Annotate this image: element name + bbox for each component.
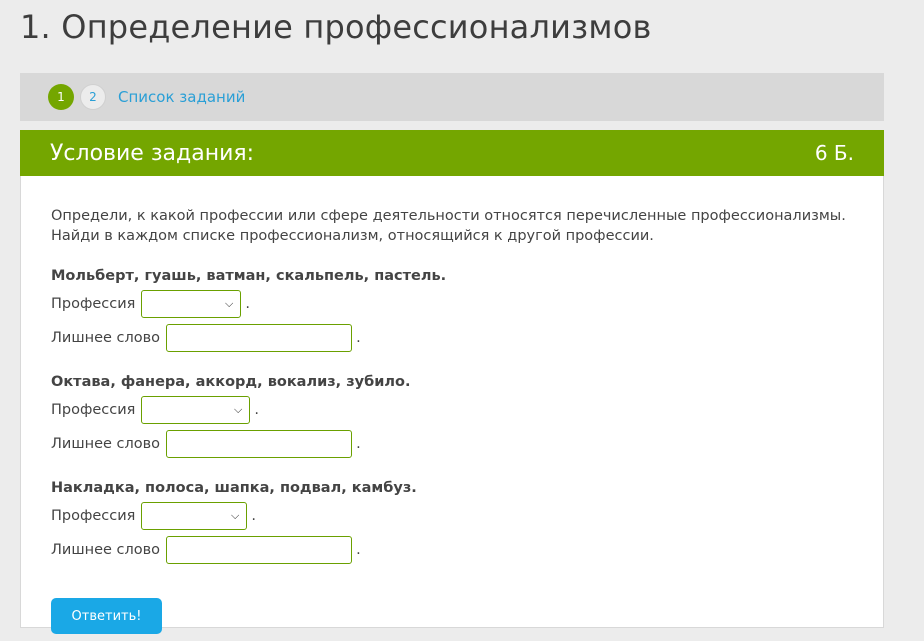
step-2[interactable]: 2 [80,84,106,110]
extra-word-row: Лишнее слово . [51,430,853,458]
extra-word-label: Лишнее слово [51,436,161,452]
period: . [245,296,250,312]
task-points: 6 Б. [814,141,854,165]
task-body: Определи, к какой профессии или сфере де… [21,176,883,634]
submit-answer-button[interactable]: Ответить! [51,598,162,634]
task-steps-bar: 1 2 Список заданий [20,73,884,121]
extra-word-row: Лишнее слово . [51,324,853,352]
extra-word-input-3[interactable] [166,536,353,564]
period: . [254,402,259,418]
task-condition-title: Условие задания: [50,140,255,166]
word-group-title: Октава, фанера, аккорд, вокализ, зубило. [51,374,411,390]
profession-label: Профессия [51,296,136,312]
extra-word-input-2[interactable] [166,430,353,458]
profession-select-2[interactable]: ⌵ [141,396,251,424]
word-group-title: Мольберт, гуашь, ватман, скальпель, паст… [51,268,447,284]
profession-label: Профессия [51,508,136,524]
extra-word-row: Лишнее слово . [51,536,853,564]
word-group-1: Мольберт, гуашь, ватман, скальпель, паст… [51,268,853,352]
word-group-2: Октава, фанера, аккорд, вокализ, зубило.… [51,374,853,458]
chevron-down-icon: ⌵ [225,297,234,310]
profession-label: Профессия [51,402,136,418]
task-instruction: Определи, к какой профессии или сфере де… [51,208,846,244]
step-1[interactable]: 1 [48,84,74,110]
task-list-link[interactable]: Список заданий [118,88,245,106]
task-header: Условие задания: 6 Б. [20,130,884,176]
extra-word-input-1[interactable] [166,324,353,352]
profession-row: Профессия ⌵ . [51,502,853,530]
period: . [356,330,361,346]
extra-word-label: Лишнее слово [51,542,161,558]
extra-word-label: Лишнее слово [51,330,161,346]
profession-select-3[interactable]: ⌵ [141,502,248,530]
word-group-title: Накладка, полоса, шапка, подвал, камбуз. [51,480,417,496]
profession-select-1[interactable]: ⌵ [141,290,242,318]
task-card: Условие задания: 6 Б. Определи, к какой … [20,130,884,634]
period: . [356,436,361,452]
period: . [356,542,361,558]
chevron-down-icon: ⌵ [231,509,240,522]
chevron-down-icon: ⌵ [234,403,243,416]
profession-row: Профессия ⌵ . [51,290,853,318]
page-title: 1. Определение профессионализмов [20,8,652,46]
profession-row: Профессия ⌵ . [51,396,853,424]
period: . [251,508,256,524]
word-group-3: Накладка, полоса, шапка, подвал, камбуз.… [51,480,853,564]
